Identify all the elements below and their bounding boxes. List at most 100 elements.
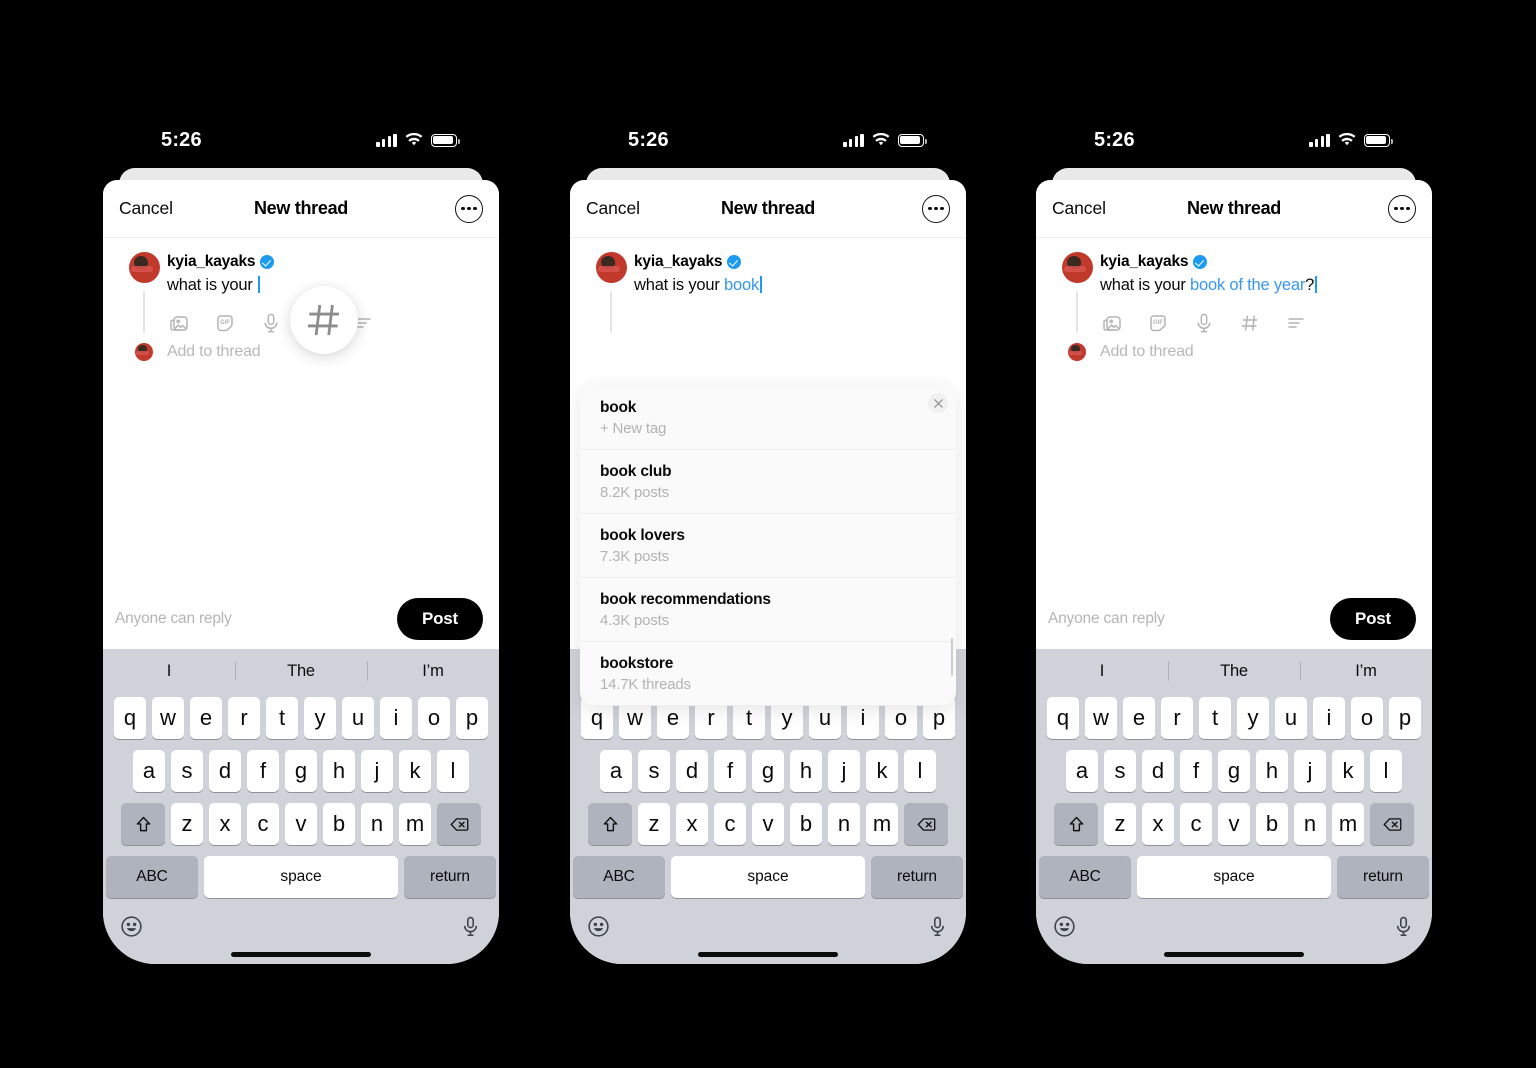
key-c[interactable]: c xyxy=(1180,803,1212,845)
close-icon[interactable] xyxy=(928,393,948,413)
key-h[interactable]: h xyxy=(323,750,355,792)
return-key[interactable]: return xyxy=(404,856,496,898)
key-u[interactable]: u xyxy=(1275,697,1307,739)
cancel-button[interactable]: Cancel xyxy=(119,198,173,219)
key-g[interactable]: g xyxy=(1218,750,1250,792)
key-d[interactable]: d xyxy=(676,750,708,792)
key-n[interactable]: n xyxy=(361,803,393,845)
space-key[interactable]: space xyxy=(1137,856,1331,898)
key-x[interactable]: x xyxy=(676,803,708,845)
key-t[interactable]: t xyxy=(1199,697,1231,739)
post-button[interactable]: Post xyxy=(396,597,483,640)
key-y[interactable]: y xyxy=(1237,697,1269,739)
post-text-input[interactable]: what is your book of the year? xyxy=(1100,275,1414,296)
key-f[interactable]: f xyxy=(714,750,746,792)
prediction-item[interactable]: The xyxy=(235,662,367,681)
key-n[interactable]: n xyxy=(1294,803,1326,845)
key-s[interactable]: s xyxy=(638,750,670,792)
add-to-thread-row[interactable]: Add to thread xyxy=(1036,343,1432,361)
key-f[interactable]: f xyxy=(247,750,279,792)
key-p[interactable]: p xyxy=(456,697,488,739)
hashtag-magnifier-bubble[interactable] xyxy=(290,286,358,354)
key-b[interactable]: b xyxy=(790,803,822,845)
poll-icon[interactable] xyxy=(1284,311,1308,335)
key-i[interactable]: i xyxy=(380,697,412,739)
key-a[interactable]: a xyxy=(1066,750,1098,792)
microphone-icon[interactable] xyxy=(1192,311,1216,335)
key-v[interactable]: v xyxy=(1218,803,1250,845)
key-j[interactable]: j xyxy=(1294,750,1326,792)
key-h[interactable]: h xyxy=(1256,750,1288,792)
tag-suggestion-item[interactable]: bookstore 14.7K threads xyxy=(580,642,956,706)
gif-icon[interactable]: GIF xyxy=(1146,311,1170,335)
key-m[interactable]: m xyxy=(866,803,898,845)
shift-key-icon[interactable] xyxy=(121,803,165,845)
key-y[interactable]: y xyxy=(304,697,336,739)
key-z[interactable]: z xyxy=(171,803,203,845)
post-text-input[interactable]: what is your book xyxy=(634,275,948,296)
more-options-icon[interactable] xyxy=(455,194,483,223)
key-l[interactable]: l xyxy=(904,750,936,792)
microphone-key-icon[interactable] xyxy=(458,914,483,944)
abc-key[interactable]: ABC xyxy=(1039,856,1131,898)
backspace-key-icon[interactable] xyxy=(437,803,481,845)
key-s[interactable]: s xyxy=(1104,750,1136,792)
key-j[interactable]: j xyxy=(828,750,860,792)
reply-audience-setting[interactable]: Anyone can reply xyxy=(115,610,232,628)
key-e[interactable]: e xyxy=(190,697,222,739)
tag-suggestion-item[interactable]: book lovers 7.3K posts xyxy=(580,514,956,578)
key-z[interactable]: z xyxy=(638,803,670,845)
post-button[interactable]: Post xyxy=(1329,597,1416,640)
microphone-key-icon[interactable] xyxy=(1391,914,1416,944)
key-u[interactable]: u xyxy=(342,697,374,739)
key-o[interactable]: o xyxy=(418,697,450,739)
return-key[interactable]: return xyxy=(871,856,963,898)
key-t[interactable]: t xyxy=(266,697,298,739)
key-o[interactable]: o xyxy=(1351,697,1383,739)
emoji-key-icon[interactable] xyxy=(1052,914,1077,944)
key-k[interactable]: k xyxy=(866,750,898,792)
key-v[interactable]: v xyxy=(285,803,317,845)
more-options-icon[interactable] xyxy=(1388,194,1416,223)
shift-key-icon[interactable] xyxy=(588,803,632,845)
abc-key[interactable]: ABC xyxy=(106,856,198,898)
cancel-button[interactable]: Cancel xyxy=(586,198,640,219)
key-g[interactable]: g xyxy=(285,750,317,792)
key-r[interactable]: r xyxy=(1161,697,1193,739)
key-k[interactable]: k xyxy=(1332,750,1364,792)
photo-icon[interactable] xyxy=(1100,311,1124,335)
key-h[interactable]: h xyxy=(790,750,822,792)
key-n[interactable]: n xyxy=(828,803,860,845)
gif-icon[interactable]: GIF xyxy=(213,311,237,335)
space-key[interactable]: space xyxy=(204,856,398,898)
key-k[interactable]: k xyxy=(399,750,431,792)
hashtag-icon[interactable] xyxy=(1238,311,1262,335)
key-i[interactable]: i xyxy=(1313,697,1345,739)
space-key[interactable]: space xyxy=(671,856,865,898)
key-j[interactable]: j xyxy=(361,750,393,792)
key-d[interactable]: d xyxy=(1142,750,1174,792)
key-q[interactable]: q xyxy=(114,697,146,739)
key-a[interactable]: a xyxy=(133,750,165,792)
key-r[interactable]: r xyxy=(228,697,260,739)
key-c[interactable]: c xyxy=(714,803,746,845)
return-key[interactable]: return xyxy=(1337,856,1429,898)
cancel-button[interactable]: Cancel xyxy=(1052,198,1106,219)
tag-suggestion-item[interactable]: book club 8.2K posts xyxy=(580,450,956,514)
key-a[interactable]: a xyxy=(600,750,632,792)
abc-key[interactable]: ABC xyxy=(573,856,665,898)
key-s[interactable]: s xyxy=(171,750,203,792)
key-l[interactable]: l xyxy=(1370,750,1402,792)
key-c[interactable]: c xyxy=(247,803,279,845)
key-w[interactable]: w xyxy=(152,697,184,739)
prediction-item[interactable]: I’m xyxy=(1300,662,1432,681)
tag-suggestion-item[interactable]: book recommendations 4.3K posts xyxy=(580,578,956,642)
key-b[interactable]: b xyxy=(1256,803,1288,845)
reply-audience-setting[interactable]: Anyone can reply xyxy=(1048,610,1165,628)
tag-panel-scrollbar[interactable] xyxy=(950,638,953,676)
key-w[interactable]: w xyxy=(1085,697,1117,739)
key-f[interactable]: f xyxy=(1180,750,1212,792)
backspace-key-icon[interactable] xyxy=(904,803,948,845)
prediction-item[interactable]: I xyxy=(1036,662,1168,681)
microphone-icon[interactable] xyxy=(259,311,283,335)
